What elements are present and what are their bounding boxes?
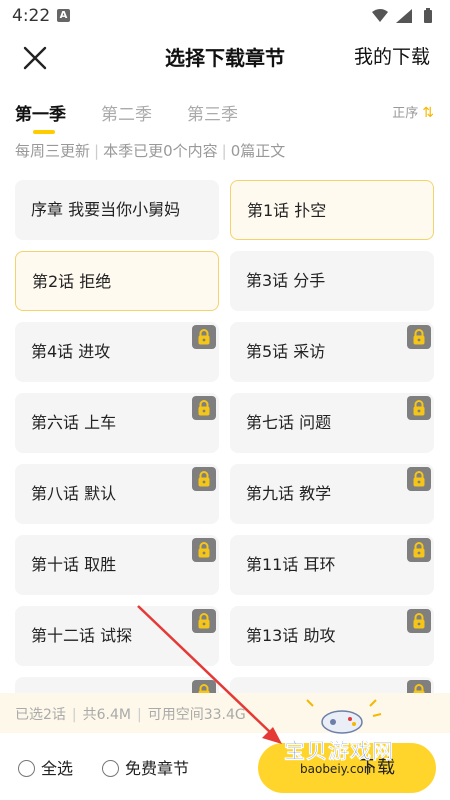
header: 选择下载章节 我的下载 bbox=[0, 32, 450, 82]
lock-icon bbox=[407, 396, 431, 420]
lock-icon bbox=[192, 538, 216, 562]
signal-icon bbox=[396, 9, 412, 23]
chapter-item[interactable]: 第11话 耳环 bbox=[230, 535, 434, 595]
season-info: 每周三更新 | 本季已更0个内容 | 0篇正文 bbox=[15, 142, 286, 160]
chapter-title: 第11话 耳环 bbox=[246, 555, 336, 574]
tab-season-2[interactable]: 第二季 bbox=[101, 100, 152, 125]
chapter-item[interactable]: 第十话 取胜 bbox=[15, 535, 219, 595]
chapter-item[interactable]: 第4话 进攻 bbox=[15, 322, 219, 382]
available-space: 可用空间33.4G bbox=[147, 707, 246, 723]
my-downloads-link[interactable]: 我的下载 bbox=[354, 42, 430, 69]
updated-count: 本季已更0个内容 bbox=[103, 142, 218, 160]
status-bar: 4:22 A bbox=[0, 0, 450, 32]
chapter-grid: 序章 我要当你小舅妈 第1话 扑空第2话 拒绝 第3话 分手第4话 进攻 第5话 采访… bbox=[15, 180, 436, 700]
chapter-title: 第5话 采访 bbox=[246, 342, 326, 361]
lock-icon bbox=[192, 396, 216, 420]
lock-icon bbox=[192, 325, 216, 349]
chapter-item[interactable]: 第5话 采访 bbox=[230, 322, 434, 382]
chapter-title: 第七话 问题 bbox=[246, 413, 332, 432]
chapter-title: 第八话 默认 bbox=[31, 484, 117, 503]
chapter-item[interactable]: 第八话 默认 bbox=[15, 464, 219, 524]
select-all-checkbox[interactable]: 全选 bbox=[18, 755, 73, 779]
sort-order-toggle[interactable]: 正序 ⇅ bbox=[392, 102, 434, 121]
selected-count: 已选2话 bbox=[15, 707, 66, 723]
sort-order-label: 正序 bbox=[392, 106, 419, 121]
lock-icon bbox=[192, 467, 216, 491]
chapter-title: 第十话 取胜 bbox=[31, 555, 117, 574]
free-chapters-label: 免费章节 bbox=[125, 759, 190, 778]
app-notification-icon: A bbox=[57, 9, 70, 22]
radio-circle-icon bbox=[102, 760, 119, 777]
watermark-url: baobeiy.com bbox=[300, 762, 376, 776]
lock-icon bbox=[407, 467, 431, 491]
radio-circle-icon bbox=[18, 760, 35, 777]
episode-count: 0篇正文 bbox=[230, 142, 286, 160]
lock-icon bbox=[407, 325, 431, 349]
chapter-title: 第2话 拒绝 bbox=[32, 272, 112, 291]
lock-icon bbox=[192, 609, 216, 633]
wifi-icon bbox=[372, 9, 388, 22]
chapter-title: 第1话 扑空 bbox=[247, 201, 327, 220]
lock-icon bbox=[407, 538, 431, 562]
chapter-title: 序章 我要当你小舅妈 bbox=[31, 200, 181, 219]
system-icons bbox=[370, 7, 440, 29]
update-schedule: 每周三更新 bbox=[15, 142, 91, 160]
chapter-item[interactable]: 第七话 问题 bbox=[230, 393, 434, 453]
select-all-label: 全选 bbox=[41, 759, 74, 778]
chapter-item[interactable]: 第3话 分手 bbox=[230, 251, 434, 311]
total-size: 共6.4M bbox=[82, 707, 131, 723]
active-tab-indicator bbox=[33, 130, 55, 134]
chapter-item[interactable]: 序章 我要当你小舅妈 bbox=[15, 180, 219, 240]
chapter-item[interactable]: 第13话 助攻 bbox=[230, 606, 434, 666]
status-time: 4:22 bbox=[12, 6, 51, 26]
chapter-item[interactable]: 第六话 上车 bbox=[15, 393, 219, 453]
chapter-title: 第4话 进攻 bbox=[31, 342, 111, 361]
tab-season-3[interactable]: 第三季 bbox=[187, 100, 238, 125]
free-chapters-checkbox[interactable]: 免费章节 bbox=[102, 755, 189, 779]
tab-season-1[interactable]: 第一季 bbox=[15, 100, 66, 125]
battery-icon bbox=[424, 8, 432, 23]
download-summary: 已选2话 | 共6.4M | 可用空间33.4G bbox=[0, 693, 450, 733]
chapter-title: 第九话 教学 bbox=[246, 484, 332, 503]
chapter-title: 第3话 分手 bbox=[246, 271, 326, 290]
lock-icon bbox=[407, 609, 431, 633]
chapter-title: 第六话 上车 bbox=[31, 413, 117, 432]
chapter-item[interactable]: 第1话 扑空 bbox=[230, 180, 434, 240]
watermark-text: 宝贝游戏网 bbox=[284, 739, 394, 764]
chapter-title: 第13话 助攻 bbox=[246, 626, 336, 645]
sort-arrows-icon: ⇅ bbox=[422, 105, 434, 121]
chapter-item[interactable]: 第2话 拒绝 bbox=[15, 251, 219, 311]
chapter-title: 第十二话 试探 bbox=[31, 626, 133, 645]
chapter-item[interactable]: 第九话 教学 bbox=[230, 464, 434, 524]
chapter-item[interactable]: 第十二话 试探 bbox=[15, 606, 219, 666]
